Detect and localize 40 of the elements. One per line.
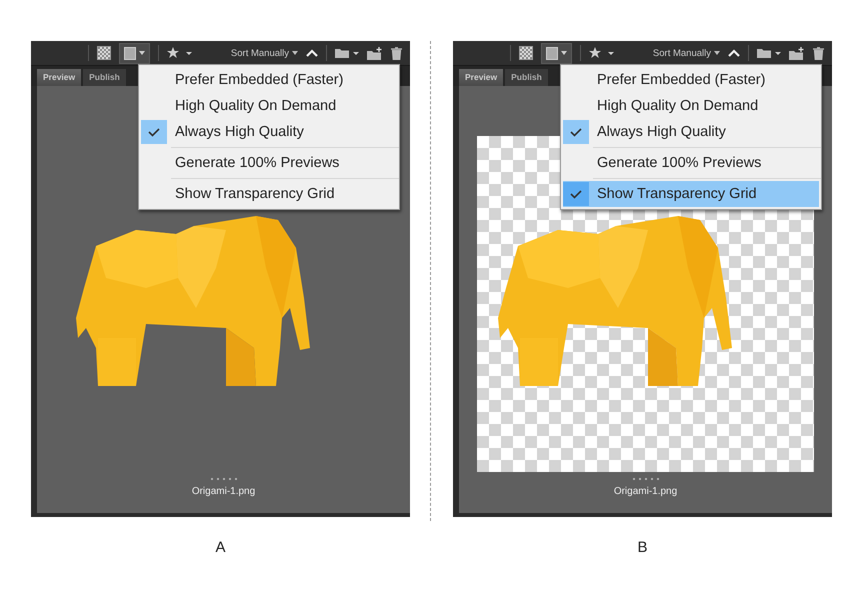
trash-icon[interactable] [391,46,402,60]
menu-item[interactable]: Always High Quality [141,119,397,145]
menu-item[interactable]: Prefer Embedded (Faster) [563,67,819,93]
menu-item[interactable]: High Quality On Demand [141,93,397,119]
new-folder-icon[interactable] [789,46,805,60]
square-icon [546,46,558,60]
file-name: Origami-1.png [614,486,678,497]
square-icon [124,46,136,60]
trash-icon[interactable] [813,46,824,60]
new-folder-icon[interactable] [367,46,383,60]
menu-item[interactable]: Show Transparency Grid [563,181,819,207]
figure-caption: B [637,539,648,556]
view-mode-button[interactable] [118,42,150,64]
chevron-up-icon[interactable] [728,49,740,57]
view-mode-button[interactable] [540,42,572,64]
tab[interactable]: Publish [83,69,126,86]
caret-icon [292,51,298,55]
caret-icon [560,51,567,55]
star-caret-icon[interactable] [588,47,615,59]
menu-item[interactable]: Show Transparency Grid [141,181,397,207]
menu-item[interactable]: Generate 100% Previews [141,150,397,176]
chevron-up-icon[interactable] [306,49,318,57]
checkerboard-icon[interactable] [518,46,533,60]
menu-item[interactable]: High Quality On Demand [563,93,819,119]
menu-item[interactable]: Always High Quality [563,119,819,145]
sort-dropdown[interactable]: Sort Manually [652,48,720,58]
tab[interactable]: Publish [505,69,548,86]
sort-dropdown[interactable]: Sort Manually [230,48,298,58]
menu-item[interactable]: Prefer Embedded (Faster) [141,67,397,93]
star-caret-icon[interactable] [166,47,193,59]
checkerboard-icon[interactable] [96,46,111,60]
tab[interactable]: Preview [37,69,82,86]
folder-caret-icon[interactable] [335,47,359,59]
caret-icon [714,51,720,55]
file-name: Origami-1.png [192,486,256,497]
menu-item[interactable]: Generate 100% Previews [563,150,819,176]
tab[interactable]: Preview [459,69,504,86]
folder-caret-icon[interactable] [757,47,781,59]
caret-icon [138,51,145,55]
figure-caption: A [215,539,226,556]
